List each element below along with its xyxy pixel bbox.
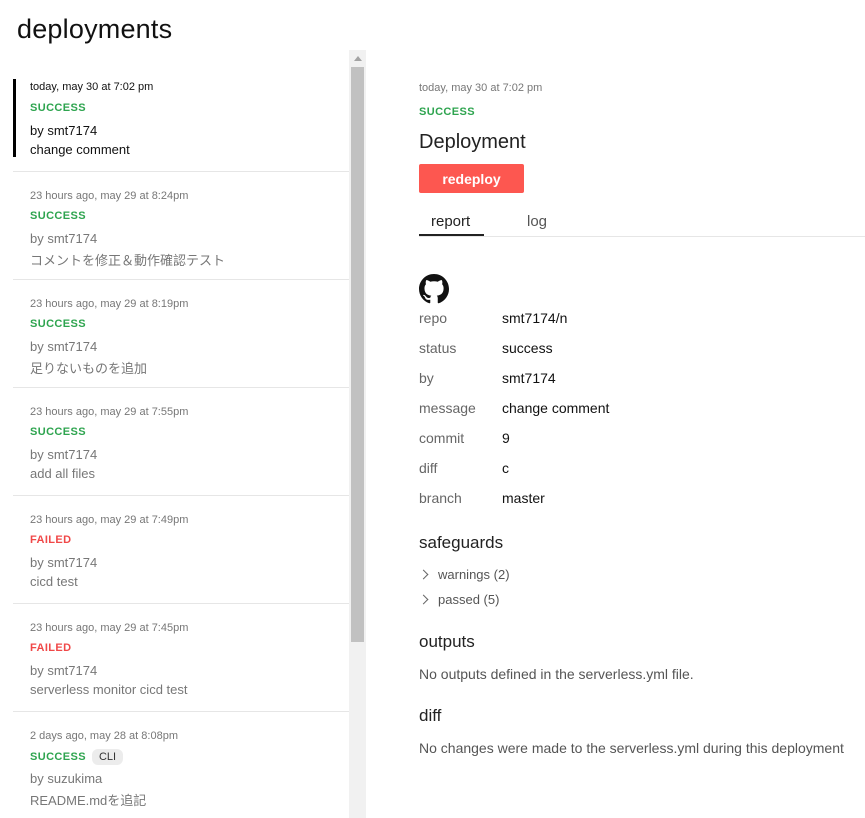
status-label: SUCCESS <box>30 102 86 114</box>
report-key: repo <box>419 310 448 326</box>
github-icon <box>419 274 449 304</box>
deployment-time: 23 hours ago, may 29 at 7:49pm <box>30 514 189 526</box>
deployment-author: by smt7174 <box>30 555 98 570</box>
status-label: SUCCESS <box>30 318 86 330</box>
report-row-status: status success <box>419 340 553 356</box>
detail-title: Deployment <box>419 131 526 153</box>
deployment-list[interactable]: today, may 30 at 7:02 pm SUCCESS by smt7… <box>13 50 349 818</box>
status-label: SUCCESS <box>30 426 86 438</box>
page-title: deployments <box>17 14 173 44</box>
active-tab-indicator <box>419 234 484 236</box>
report-value: 9 <box>502 430 510 446</box>
deployment-item[interactable]: 23 hours ago, may 29 at 7:45pm FAILED by… <box>13 604 349 712</box>
safeguards-warnings-toggle[interactable]: warnings (2) <box>418 567 510 582</box>
report-value: smt7174 <box>502 370 556 386</box>
tab-log[interactable]: log <box>527 213 547 230</box>
deployment-item[interactable]: 23 hours ago, may 29 at 7:49pm FAILED by… <box>13 496 349 604</box>
chevron-right-icon <box>418 569 429 580</box>
report-key: message <box>419 400 476 416</box>
deployment-message: cicd test <box>30 574 78 589</box>
report-value: change comment <box>502 400 610 416</box>
deployment-item[interactable]: 23 hours ago, may 29 at 8:24pm SUCCESS b… <box>13 172 349 280</box>
deployment-time: 23 hours ago, may 29 at 8:19pm <box>30 298 189 310</box>
outputs-text: No outputs defined in the serverless.yml… <box>419 666 694 682</box>
outputs-heading: outputs <box>419 632 475 651</box>
deployment-item[interactable]: 2 days ago, may 28 at 8:08pm SUCCESS CLI … <box>13 712 349 818</box>
deployment-item[interactable]: today, may 30 at 7:02 pm SUCCESS by smt7… <box>13 50 349 172</box>
report-value: c <box>502 460 509 476</box>
deployment-author: by suzukima <box>30 771 103 786</box>
deployment-message: serverless monitor cicd test <box>30 682 188 697</box>
status-label: SUCCESS <box>30 210 86 222</box>
deployment-message: change comment <box>30 142 130 157</box>
status-label: SUCCESS CLI <box>30 749 124 765</box>
chevron-right-icon <box>418 594 429 605</box>
list-scrollbar[interactable] <box>349 50 366 818</box>
deployment-author: by smt7174 <box>30 123 98 138</box>
report-key: commit <box>419 430 465 446</box>
scrollbar-thumb[interactable] <box>351 67 364 642</box>
diff-text: No changes were made to the serverless.y… <box>419 740 844 756</box>
report-key: status <box>419 340 457 356</box>
report-row-branch: branch master <box>419 490 545 506</box>
report-value: success <box>502 340 553 356</box>
report-row-commit: commit 9 <box>419 430 510 446</box>
deployment-author: by smt7174 <box>30 663 98 678</box>
safeguards-passed-label: passed (5) <box>438 592 500 607</box>
report-value: master <box>502 490 545 506</box>
detail-tabs: report log <box>419 210 865 237</box>
safeguards-warnings-label: warnings (2) <box>438 567 510 582</box>
safeguards-passed-toggle[interactable]: passed (5) <box>418 592 500 607</box>
deployment-time: 23 hours ago, may 29 at 8:24pm <box>30 190 189 202</box>
status-text: SUCCESS <box>30 750 86 763</box>
diff-heading: diff <box>419 706 442 725</box>
deployment-author: by smt7174 <box>30 447 98 462</box>
deployment-message: README.mdを追記 <box>30 793 147 808</box>
deployment-time: 23 hours ago, may 29 at 7:55pm <box>30 406 189 418</box>
deployment-item[interactable]: 23 hours ago, may 29 at 7:55pm SUCCESS b… <box>13 388 349 496</box>
report-value: smt7174/n <box>502 310 568 326</box>
redeploy-button[interactable]: redeploy <box>419 164 524 193</box>
detail-time: today, may 30 at 7:02 pm <box>419 82 543 94</box>
deployment-time: 23 hours ago, may 29 at 7:45pm <box>30 622 189 634</box>
deployment-time: today, may 30 at 7:02 pm <box>30 81 154 93</box>
report-row-repo: repo smt7174/n <box>419 310 567 326</box>
cli-badge: CLI <box>91 749 124 765</box>
status-label: FAILED <box>30 642 72 654</box>
scroll-up-arrow-icon[interactable] <box>349 50 366 67</box>
deployment-author: by smt7174 <box>30 339 98 354</box>
deployment-message: add all files <box>30 466 96 481</box>
deployment-item[interactable]: 23 hours ago, may 29 at 8:19pm SUCCESS b… <box>13 280 349 388</box>
deployment-message: 足りないものを追加 <box>30 361 148 376</box>
report-row-diff: diff c <box>419 460 509 476</box>
report-row-by: by smt7174 <box>419 370 556 386</box>
deployment-time: 2 days ago, may 28 at 8:08pm <box>30 730 178 742</box>
deployment-message: コメントを修正＆動作確認テスト <box>30 253 226 268</box>
deployment-author: by smt7174 <box>30 231 98 246</box>
tab-report[interactable]: report <box>431 213 470 230</box>
report-key: by <box>419 370 434 386</box>
report-key: branch <box>419 490 462 506</box>
detail-status: SUCCESS <box>419 106 475 118</box>
status-label: FAILED <box>30 534 72 546</box>
safeguards-heading: safeguards <box>419 533 504 552</box>
report-row-message: message change comment <box>419 400 609 416</box>
report-key: diff <box>419 460 438 476</box>
